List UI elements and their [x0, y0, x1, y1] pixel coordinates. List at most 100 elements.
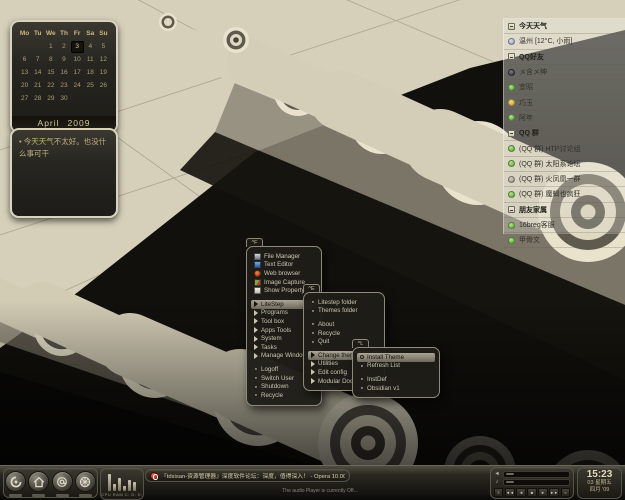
calendar-day[interactable]: 18	[84, 67, 97, 79]
stop-button[interactable]: ■	[527, 488, 536, 497]
sidebar-item-group-2[interactable]: (QQ 群) 太阳系论坛	[504, 157, 625, 172]
menu-item-file-manager[interactable]: File Manager	[251, 252, 317, 261]
opera-icon	[150, 472, 158, 480]
menu-item-install-theme[interactable]: Install Theme	[357, 353, 435, 362]
calendar-day-header: Th	[57, 28, 70, 40]
meter-bar	[118, 478, 121, 491]
calendar-day[interactable]: 6	[18, 54, 31, 66]
meter-bars	[105, 472, 139, 491]
meter-bar	[128, 480, 131, 491]
calendar-day[interactable]: 13	[18, 67, 31, 79]
calendar-day[interactable]: 16	[57, 67, 70, 79]
sidebar-item-buddy-3[interactable]: 巧玉	[504, 95, 625, 110]
submenu-arrow-icon	[311, 378, 315, 384]
menu-item-litestep-folder[interactable]: Litestep folder	[308, 298, 380, 307]
sidebar-header-weather[interactable]: 今天天气	[504, 19, 625, 34]
task-button-opera[interactable]: 『tdxisan-资源管理器』深度软件论坛：深度，值得深入！ - Opera 1…	[145, 469, 350, 482]
submenu-arrow-icon	[311, 352, 315, 358]
calendar-day[interactable]: 12	[97, 54, 110, 66]
forward-button[interactable]: ►►	[549, 488, 559, 497]
calendar-day[interactable]: 17	[71, 67, 84, 79]
calendar-day	[97, 93, 110, 105]
calendar-day[interactable]: 27	[18, 93, 31, 105]
clock-month: 四月 '09	[578, 487, 621, 494]
launcher-opera[interactable]	[5, 471, 26, 497]
menu-item-refresh-list[interactable]: Refresh List	[357, 362, 435, 371]
calendar-day-selected[interactable]: 3	[71, 41, 84, 53]
sidebar-header-qq-friends[interactable]: QQ好友	[504, 50, 625, 65]
calendar-day[interactable]: 24	[71, 80, 84, 92]
audio-status-text: The audio Player is currently Off...	[230, 488, 410, 494]
menu-item-obsidian-v1[interactable]: Obsidian v1	[357, 384, 435, 393]
calendar-day[interactable]: 28	[31, 93, 44, 105]
speaker-icon: ◄	[494, 471, 500, 477]
calendar-year: 2009	[68, 118, 91, 128]
menu-label: LiteStep	[261, 301, 284, 308]
text-editor-icon	[254, 261, 261, 268]
launcher-home[interactable]	[28, 471, 49, 497]
popup-menu-themes: Install Theme Refresh List InstDef Obsid…	[352, 347, 440, 398]
menu-item-quit[interactable]: Quit	[308, 337, 380, 346]
volume-slider[interactable]	[503, 471, 570, 478]
previous-button[interactable]: ◄	[516, 488, 525, 497]
calendar-day[interactable]: 26	[97, 80, 110, 92]
calendar-day[interactable]: 19	[97, 67, 110, 79]
playlist-button[interactable]: ≡	[494, 488, 503, 497]
sidebar-item-group-4[interactable]: (QQ 群) 魔蝎也疯狂	[504, 187, 625, 202]
calendar-day[interactable]: 8	[44, 54, 57, 66]
menu-item-about[interactable]: About	[308, 320, 380, 329]
menu-label: Logoff	[261, 366, 278, 373]
calendar-day[interactable]: 29	[44, 93, 57, 105]
calendar-day[interactable]: 22	[44, 80, 57, 92]
calendar-day[interactable]: 21	[31, 80, 44, 92]
menu-item-recycle[interactable]: Recycle	[251, 391, 317, 400]
track-row: ♪	[494, 478, 570, 486]
sidebar-item-weather-city[interactable]: 温州 [12°C, 小雨]	[504, 34, 625, 49]
play-button[interactable]: ►	[538, 488, 547, 497]
calendar-day[interactable]: 2	[57, 41, 70, 53]
calendar-day-header: Fr	[71, 28, 84, 40]
qq-avatar-icon	[508, 99, 515, 106]
launcher-mail[interactable]	[52, 471, 73, 497]
sidebar-item-buddy-2[interactable]: 宜昭	[504, 80, 625, 95]
calendar-day[interactable]: 25	[84, 80, 97, 92]
sidebar-header-friends-family[interactable]: 朋友家属	[504, 203, 625, 218]
sidebar-header-qq-groups[interactable]: QQ 群	[504, 126, 625, 141]
rewind-button[interactable]: ◄◄	[505, 488, 515, 497]
desktop: Mo Tu We Th Fr Sa Su 1 2 3 4 5 6 7 8 9 1…	[0, 0, 625, 500]
calendar-day[interactable]: 15	[44, 67, 57, 79]
sidebar-item-buddy-5[interactable]: 16breg客服	[504, 218, 625, 233]
bullet-icon	[360, 386, 364, 390]
calendar-day[interactable]: 7	[31, 54, 44, 66]
menu-item-recycle-ls[interactable]: Recycle	[308, 329, 380, 338]
menu-label: Utilities	[318, 360, 338, 367]
menu-item-instdef[interactable]: InstDef	[357, 375, 435, 384]
sidebar-item-group-3[interactable]: (QQ 群) 火凤凰一群	[504, 172, 625, 187]
sidebar-item-group-1[interactable]: (QQ 群) HTP讨论组	[504, 141, 625, 156]
shuffle-button[interactable]: ≈	[561, 488, 570, 497]
home-icon	[28, 471, 49, 492]
qq-avatar-icon	[508, 222, 515, 229]
calendar-day[interactable]: 11	[84, 54, 97, 66]
menu-item-themes-folder[interactable]: Themes folder	[308, 307, 380, 316]
calendar-day[interactable]: 30	[57, 93, 70, 105]
calendar-day[interactable]: 9	[57, 54, 70, 66]
calendar-day[interactable]: 5	[97, 41, 110, 53]
calendar-day[interactable]: 10	[71, 54, 84, 66]
seek-slider[interactable]	[503, 479, 570, 486]
calendar-day[interactable]: 23	[57, 80, 70, 92]
calendar-day-header: Tu	[31, 28, 44, 40]
sidebar-item-buddy-4[interactable]: 阿年	[504, 111, 625, 126]
calendar-day[interactable]: 4	[84, 41, 97, 53]
submenu-arrow-icon	[254, 327, 258, 333]
calendar-day[interactable]: 14	[31, 67, 44, 79]
menu-label: Litestep folder	[318, 299, 357, 306]
menu-item-text-editor[interactable]: Text Editor	[251, 261, 317, 270]
menu-item-web-browser[interactable]: Web browser	[251, 269, 317, 278]
calendar-day[interactable]: 1	[44, 41, 57, 53]
sidebar-label: (QQ 群) 太阳系论坛	[519, 159, 580, 169]
sidebar-item-buddy-1[interactable]: メ含メ绅	[504, 65, 625, 80]
calendar-day[interactable]: 20	[18, 80, 31, 92]
launcher-browser[interactable]	[75, 471, 96, 497]
sidebar-item-buddy-6[interactable]: 甲骨文	[504, 233, 625, 248]
